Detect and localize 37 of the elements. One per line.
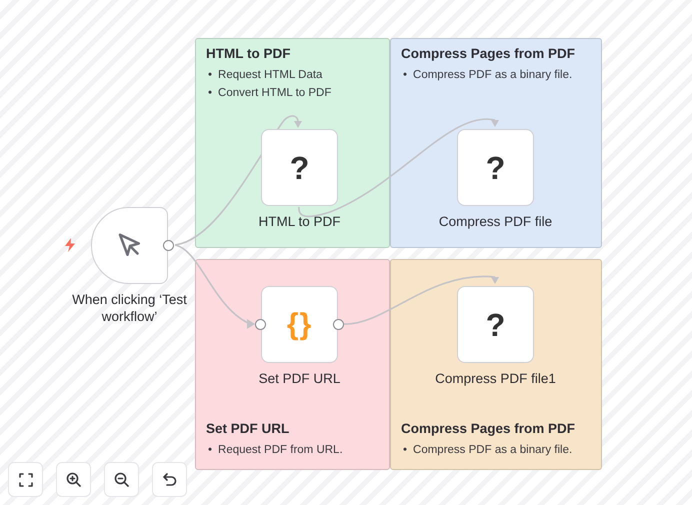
undo-icon — [162, 472, 176, 486]
workflow-node[interactable]: ? — [261, 129, 338, 206]
note-title: Set PDF URL — [206, 421, 290, 436]
output-port[interactable] — [163, 240, 174, 251]
zoom-out-button[interactable] — [104, 462, 139, 497]
bullet: • — [208, 86, 212, 101]
question-mark-icon: ? — [486, 152, 506, 184]
bullet: • — [208, 68, 212, 83]
note-item: Convert HTML to PDF — [218, 86, 332, 101]
node-label: Set PDF URL — [258, 370, 342, 387]
zoom-out-icon — [114, 472, 129, 487]
bullet: • — [403, 443, 408, 458]
lightning-icon — [64, 238, 76, 252]
bullet: • — [208, 443, 212, 458]
note-title: HTML to PDF — [206, 46, 292, 61]
note-item: Compress PDF as a binary file. — [413, 68, 572, 83]
workflow-node[interactable] — [91, 207, 168, 284]
note-title: Compress Pages from PDF — [401, 46, 576, 61]
node-label: Compress PDF file1 — [434, 370, 557, 387]
workflow-node[interactable]: ? — [457, 129, 534, 206]
node-label: HTML to PDF — [257, 213, 342, 230]
note-item: Request PDF from URL. — [218, 443, 343, 458]
zoom-in-button[interactable] — [56, 462, 91, 497]
question-mark-icon: ? — [486, 308, 506, 340]
question-mark-icon: ? — [290, 152, 310, 184]
bullet: • — [403, 68, 408, 83]
note-item: Compress PDF as a binary file. — [413, 443, 572, 458]
braces-icon: {} — [286, 310, 312, 340]
node-label: When clicking ‘Test workflow’ — [71, 291, 188, 325]
note-title: Compress Pages from PDF — [401, 421, 576, 436]
node-label: Compress PDF file — [438, 213, 554, 230]
zoom-in-icon — [66, 472, 81, 487]
note-item: Request HTML Data — [218, 68, 322, 83]
fit-view-icon — [18, 472, 32, 486]
fit-view-button[interactable] — [8, 462, 43, 497]
undo-button[interactable] — [152, 462, 187, 497]
workflow-node[interactable]: ? — [457, 286, 534, 363]
